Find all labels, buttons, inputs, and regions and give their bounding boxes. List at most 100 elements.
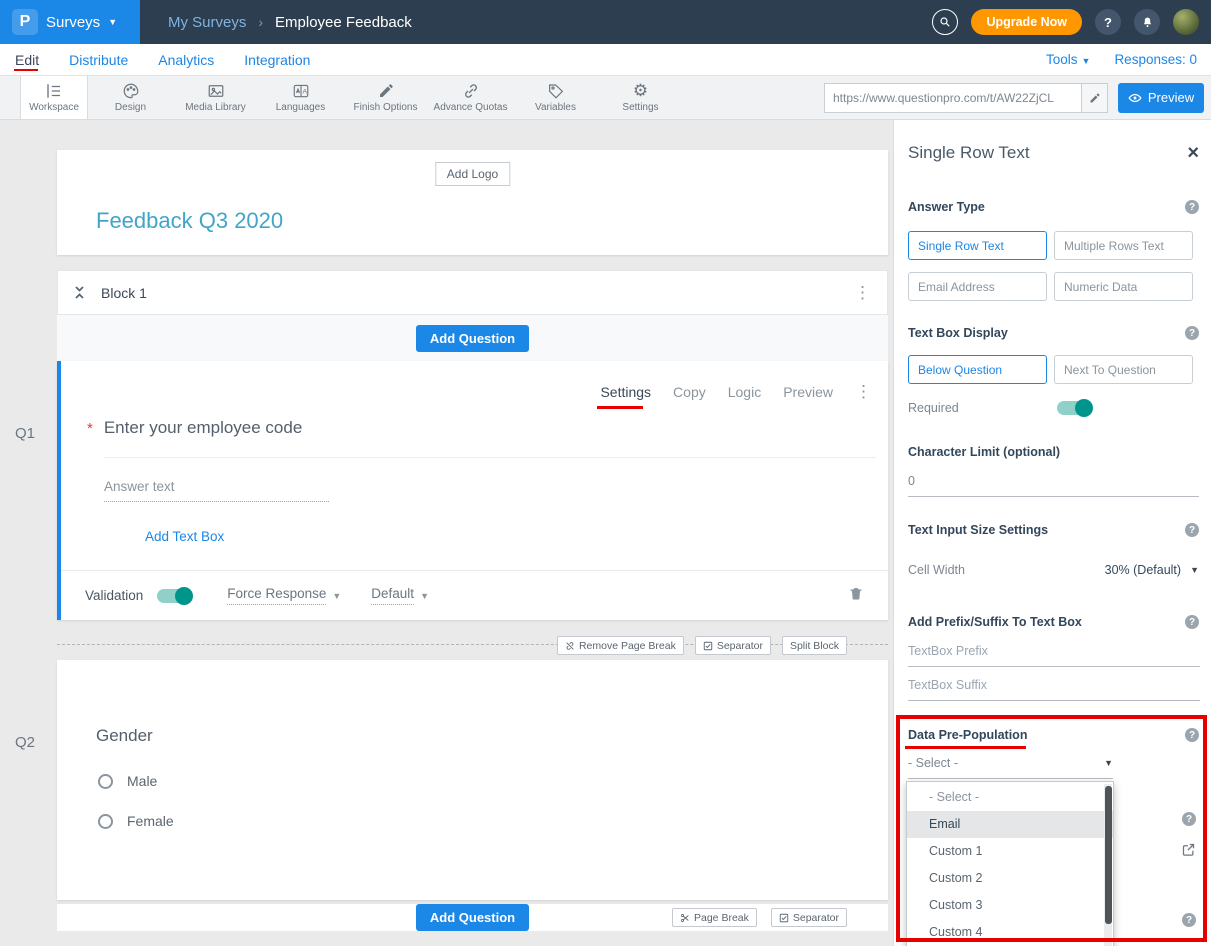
q1-tab-logic[interactable]: Logic: [728, 384, 761, 400]
textbox-suffix-input[interactable]: [908, 678, 1200, 701]
q2-question-text[interactable]: Gender: [96, 726, 153, 746]
q1-answer-textbox[interactable]: [104, 479, 329, 502]
preview-button[interactable]: Preview: [1118, 83, 1204, 113]
help-circle-icon[interactable]: ?: [1185, 615, 1199, 629]
question-number-q1: Q1: [15, 425, 35, 442]
required-row: Required: [908, 401, 1199, 415]
toolbar-item-workspace[interactable]: Workspace: [20, 76, 88, 119]
toolbar-item-variables[interactable]: Variables: [513, 76, 598, 119]
q1-text-underline: [104, 457, 876, 458]
split-block-button[interactable]: Split Block: [782, 636, 847, 655]
search-icon[interactable]: [932, 9, 958, 35]
chevron-down-icon: ▼: [332, 591, 341, 601]
survey-url-group: Preview: [824, 76, 1211, 119]
toolbar-item-advance-quotas[interactable]: Advance Quotas: [428, 76, 513, 119]
help-circle-icon[interactable]: ?: [1185, 200, 1199, 214]
breadcrumb-current: Employee Feedback: [275, 14, 412, 31]
help-circle-icon[interactable]: ?: [1182, 913, 1196, 927]
dropdown-option-custom4[interactable]: Custom 4: [907, 919, 1113, 946]
check-square-icon: [703, 641, 713, 651]
breadcrumb-my-surveys[interactable]: My Surveys: [168, 14, 246, 31]
toolbar-item-languages[interactable]: A Languages: [258, 76, 343, 119]
q1-tab-settings[interactable]: Settings: [600, 384, 651, 400]
external-link-icon[interactable]: [1181, 842, 1196, 862]
delete-question-trash-icon[interactable]: [848, 585, 864, 607]
responses-count[interactable]: Responses: 0: [1114, 52, 1197, 67]
dropdown-option-custom2[interactable]: Custom 2: [907, 865, 1113, 892]
answer-type-header: Answer Type ?: [908, 200, 1199, 214]
toolbar-item-design[interactable]: Design: [88, 76, 173, 119]
q1-tab-copy[interactable]: Copy: [673, 384, 706, 400]
unlink-icon: [565, 641, 575, 651]
character-limit-value[interactable]: 0: [908, 474, 1199, 497]
required-asterisk: *: [87, 418, 93, 438]
q1-tab-preview[interactable]: Preview: [783, 384, 833, 400]
q1-kebab-menu-icon[interactable]: ⋮: [855, 383, 872, 400]
tab-edit[interactable]: Edit: [15, 52, 39, 68]
dropdown-option-email[interactable]: Email: [907, 811, 1113, 838]
answer-type-multiple-rows[interactable]: Multiple Rows Text: [1054, 231, 1193, 260]
tab-analytics[interactable]: Analytics: [158, 52, 214, 68]
q1-question-text[interactable]: Enter your employee code: [104, 418, 302, 438]
q2-option-female[interactable]: Female: [98, 813, 174, 829]
upgrade-now-button[interactable]: Upgrade Now: [971, 9, 1082, 35]
radio-button-icon: [98, 774, 113, 789]
dropdown-scrollbar[interactable]: [1104, 784, 1112, 946]
answer-type-row-2: Email Address Numeric Data: [908, 272, 1199, 301]
page-break-button[interactable]: Page Break: [672, 908, 757, 927]
answer-type-numeric[interactable]: Numeric Data: [1054, 272, 1193, 301]
separator-button-bottom[interactable]: Separator: [771, 908, 847, 927]
q1-tabs: Settings Copy Logic Preview ⋮: [600, 383, 872, 400]
add-text-box-link[interactable]: Add Text Box: [145, 529, 224, 544]
radio-button-icon: [98, 814, 113, 829]
toolbar-item-media-library[interactable]: Media Library: [173, 76, 258, 119]
tab-distribute[interactable]: Distribute: [69, 52, 128, 68]
required-toggle[interactable]: [1057, 401, 1091, 415]
help-circle-icon[interactable]: ?: [1185, 523, 1199, 537]
help-icon[interactable]: ?: [1095, 9, 1121, 35]
product-switcher[interactable]: P Surveys ▼: [0, 0, 140, 44]
help-circle-icon[interactable]: ?: [1185, 728, 1199, 742]
cell-width-dropdown[interactable]: 30% (Default) ▼: [1105, 563, 1199, 577]
force-response-dropdown[interactable]: Force Response ▼: [227, 586, 341, 605]
answer-type-single-row[interactable]: Single Row Text: [908, 231, 1047, 260]
validation-toggle[interactable]: [157, 589, 191, 603]
block-kebab-menu-icon[interactable]: ⋮: [854, 284, 871, 301]
toolbar-item-finish-options[interactable]: Finish Options: [343, 76, 428, 119]
help-circle-icon[interactable]: ?: [1185, 326, 1199, 340]
survey-header-card: Add Logo Feedback Q3 2020: [57, 150, 888, 255]
survey-title[interactable]: Feedback Q3 2020: [96, 208, 283, 234]
question-card-q2: Gender Male Female: [57, 660, 888, 900]
add-question-button-bottom[interactable]: Add Question: [416, 904, 529, 931]
survey-url-input[interactable]: [825, 91, 1081, 105]
tab-integration[interactable]: Integration: [244, 52, 310, 68]
toolbar-item-settings[interactable]: ⚙ Settings: [598, 76, 683, 119]
display-below-question[interactable]: Below Question: [908, 355, 1047, 384]
user-avatar[interactable]: [1173, 9, 1199, 35]
textbox-prefix-input[interactable]: [908, 644, 1200, 667]
add-logo-button[interactable]: Add Logo: [435, 162, 510, 186]
default-dropdown[interactable]: Default ▼: [371, 586, 429, 605]
add-question-button-top[interactable]: Add Question: [416, 325, 529, 352]
data-prepopulation-select[interactable]: - Select - ▼: [908, 756, 1113, 779]
dropdown-option-custom1[interactable]: Custom 1: [907, 838, 1113, 865]
q2-option-male[interactable]: Male: [98, 773, 157, 789]
display-next-to-question[interactable]: Next To Question: [1054, 355, 1193, 384]
collapse-block-icon[interactable]: [74, 285, 85, 300]
dropdown-option-custom3[interactable]: Custom 3: [907, 892, 1113, 919]
answer-type-email[interactable]: Email Address: [908, 272, 1047, 301]
languages-icon: A: [292, 82, 310, 100]
dropdown-option-select[interactable]: - Select -: [907, 784, 1113, 811]
notifications-bell-icon[interactable]: [1134, 9, 1160, 35]
close-icon[interactable]: ×: [1187, 143, 1199, 163]
block-name[interactable]: Block 1: [101, 285, 147, 301]
scrollbar-thumb[interactable]: [1105, 786, 1112, 924]
remove-page-break-button[interactable]: Remove Page Break: [557, 636, 684, 655]
separator-button[interactable]: Separator: [695, 636, 771, 655]
help-circle-icon[interactable]: ?: [1182, 812, 1196, 826]
text-box-display-label: Text Box Display: [908, 326, 1008, 340]
answer-type-label: Answer Type: [908, 200, 985, 214]
edit-url-pencil-icon[interactable]: [1081, 84, 1107, 112]
survey-canvas: Q1 Q2 Add Logo Feedback Q3 2020 Block 1 …: [0, 120, 893, 946]
tools-menu[interactable]: Tools▼: [1046, 52, 1090, 67]
